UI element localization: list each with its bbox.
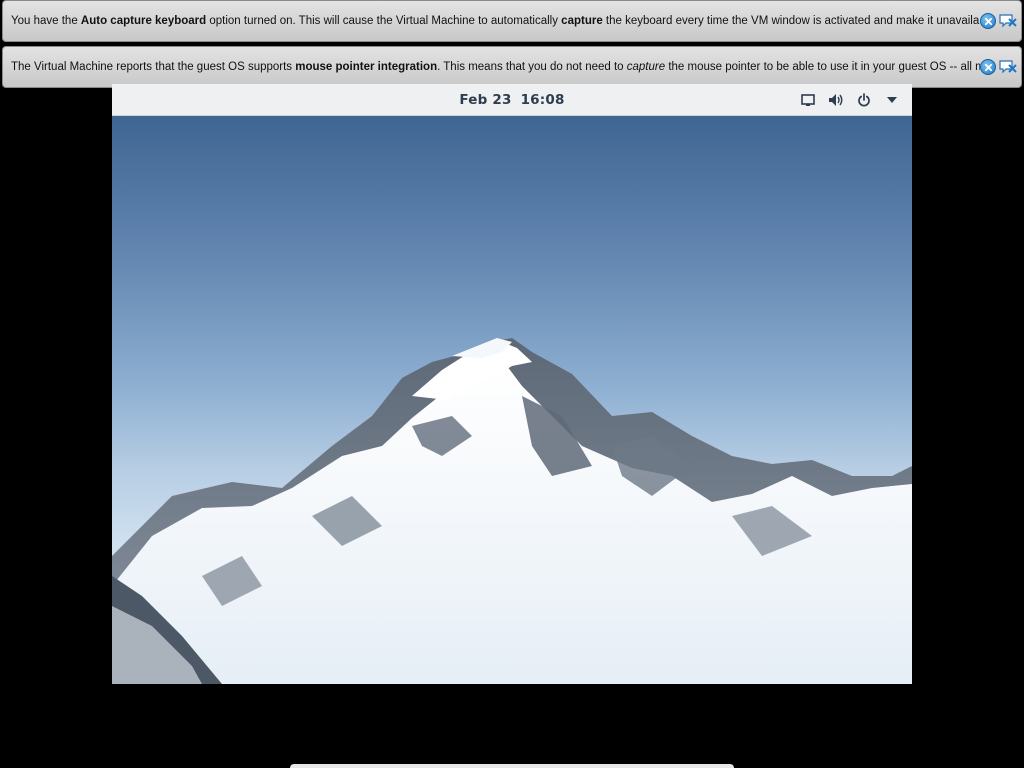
clock[interactable]: Feb 23 16:08 (459, 92, 564, 108)
display-icon[interactable] (800, 92, 816, 108)
clock-date: Feb 23 (459, 91, 512, 108)
desktop-wallpaper[interactable] (112, 116, 912, 684)
power-icon[interactable] (856, 92, 872, 108)
host-taskbar-edge (290, 764, 734, 768)
gnome-top-bar: Feb 23 16:08 (112, 84, 912, 116)
close-icon[interactable] (980, 59, 996, 75)
clock-time: 16:08 (520, 91, 565, 108)
vm-guest-display[interactable]: Feb 23 16:08 (112, 84, 912, 684)
mountain-image (112, 338, 912, 684)
do-not-show-again-icon[interactable] (999, 13, 1017, 29)
close-icon[interactable] (980, 13, 996, 29)
notification-message: You have the Auto capture keyboard optio… (11, 15, 980, 27)
system-tray[interactable] (800, 84, 900, 116)
mouse-pointer-integration-notification: The Virtual Machine reports that the gue… (2, 46, 1022, 88)
auto-capture-keyboard-notification: You have the Auto capture keyboard optio… (2, 0, 1022, 42)
volume-icon[interactable] (828, 92, 844, 108)
notification-message: The Virtual Machine reports that the gue… (11, 61, 980, 73)
do-not-show-again-icon[interactable] (999, 59, 1017, 75)
dropdown-arrow-icon[interactable] (884, 92, 900, 108)
